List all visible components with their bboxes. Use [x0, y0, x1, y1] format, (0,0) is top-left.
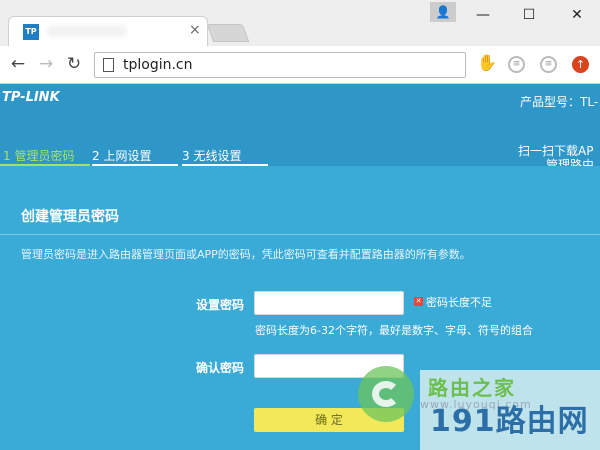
step-2-internet-settings: 2 上网设置 [92, 149, 152, 163]
back-arrow-icon[interactable]: ← [8, 54, 28, 74]
tab-close-icon[interactable]: × [189, 22, 201, 38]
password-error-text: 密码长度不足 [426, 296, 492, 309]
password-label: 设置密码 [195, 298, 244, 312]
new-tab-button[interactable] [206, 24, 250, 42]
confirm-password-label: 确认密码 [195, 361, 244, 375]
maximize-button[interactable]: ☐ [512, 4, 546, 26]
watermark-logo-e-icon [372, 381, 400, 407]
tp-link-favicon-icon: TP [23, 24, 39, 40]
password-input[interactable] [254, 291, 404, 315]
close-window-button[interactable]: ✕ [560, 4, 594, 26]
forward-arrow-icon[interactable]: → [36, 54, 56, 74]
url-text[interactable]: tplogin.cn [123, 57, 193, 73]
panel-title: 创建管理员密码 [21, 209, 119, 225]
password-hint: 密码长度为6-32个字符，最好是数字、字母、符号的组合 [255, 324, 533, 337]
tampermonkey-icon[interactable]: ↑ [572, 56, 589, 73]
ext-icon-2[interactable]: ≡ [540, 56, 557, 73]
scan-line-1: 扫一扫下载AP [518, 144, 594, 158]
browser-tab[interactable]: TP × [8, 16, 208, 46]
page-icon [103, 58, 114, 72]
reload-icon[interactable]: ↻ [64, 54, 84, 74]
watermark-text-3: 191路由网 [430, 404, 589, 439]
user-profile-icon[interactable]: 👤 [430, 2, 456, 22]
browser-toolbar: ← → ↻ tplogin.cn ✋ ≡ ≡ ↑ [0, 46, 600, 84]
step-3-wireless-settings: 3 无线设置 [182, 149, 242, 163]
error-icon: ✕ [414, 297, 423, 306]
tab-title-blurred [47, 25, 127, 37]
step-1-admin-password: 1 管理员密码 [3, 149, 75, 163]
panel-description: 管理员密码是进入路由器管理页面或APP的密码，凭此密码可查看并配置路由器的所有参… [21, 248, 471, 261]
minimize-button[interactable]: — [466, 4, 500, 26]
router-header: TP-LINK 产品型号：TL- 1 管理员密码 2 上网设置 3 无线设置 扫… [0, 84, 600, 186]
browser-titlebar: TP × 👤 — ☐ ✕ [0, 0, 600, 46]
panel-divider [0, 234, 600, 235]
address-bar[interactable]: tplogin.cn [94, 52, 466, 78]
puzzle-icon[interactable]: ✋ [477, 55, 497, 73]
product-model-label: 产品型号：TL- [520, 95, 599, 109]
tp-link-logo: TP-LINK [2, 90, 60, 105]
ext-icon-1[interactable]: ≡ [508, 56, 525, 73]
